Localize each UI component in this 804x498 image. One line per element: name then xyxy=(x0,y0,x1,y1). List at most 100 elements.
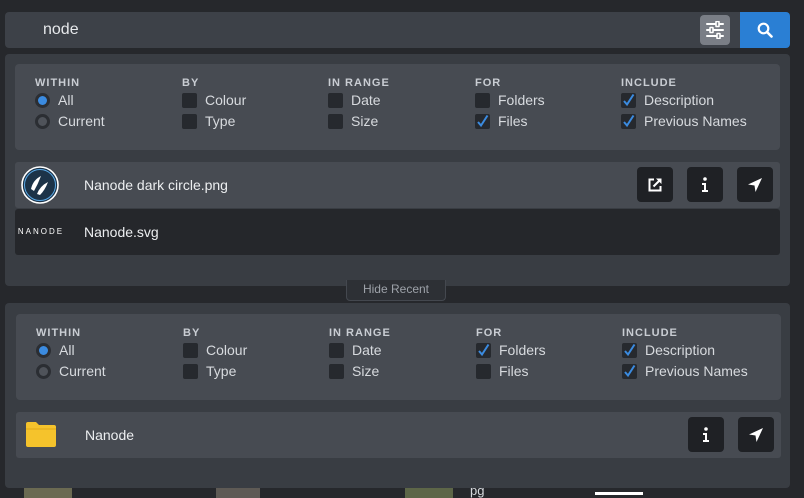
result-name: Nanode.svg xyxy=(84,224,159,240)
info-button[interactable] xyxy=(688,417,724,452)
for-files-option[interactable]: Files xyxy=(476,361,546,382)
in-range-group: IN RANGE Date Size xyxy=(328,76,390,132)
option-label: Type xyxy=(206,363,237,379)
checkmark-icon xyxy=(624,343,636,357)
within-group: WITHIN All Current xyxy=(35,76,105,132)
within-group: WITHIN All Current xyxy=(36,326,106,382)
locate-button[interactable] xyxy=(738,417,774,452)
checkbox-checked[interactable] xyxy=(475,114,490,129)
option-label: Description xyxy=(644,92,715,108)
checkbox[interactable] xyxy=(328,114,343,129)
range-size-option[interactable]: Size xyxy=(328,111,390,132)
checkbox-checked[interactable] xyxy=(621,93,636,108)
checkmark-icon xyxy=(623,114,635,128)
option-label: Previous Names xyxy=(644,113,747,129)
hide-recent-button[interactable]: Hide Recent xyxy=(346,280,446,301)
info-icon xyxy=(703,426,709,442)
for-folders-option[interactable]: Folders xyxy=(476,340,546,361)
for-group: FOR Folders Files xyxy=(475,76,545,132)
background-thumbnail xyxy=(405,488,453,498)
checkbox[interactable] xyxy=(328,93,343,108)
within-current-option[interactable]: Current xyxy=(36,361,106,382)
checkbox[interactable] xyxy=(182,93,197,108)
result-row[interactable]: Nanode dark circle.png xyxy=(15,162,780,208)
range-size-option[interactable]: Size xyxy=(329,361,391,382)
checkmark-icon xyxy=(623,93,635,107)
by-type-option[interactable]: Type xyxy=(182,111,246,132)
option-label: Type xyxy=(205,113,236,129)
background-indicator xyxy=(595,492,643,495)
open-external-button[interactable] xyxy=(637,167,673,202)
include-description-option[interactable]: Description xyxy=(622,340,748,361)
checkbox[interactable] xyxy=(183,343,198,358)
within-all-option[interactable]: All xyxy=(36,340,106,361)
radio-unselected[interactable] xyxy=(36,364,51,379)
for-files-option[interactable]: Files xyxy=(475,111,545,132)
search-bar xyxy=(5,12,742,48)
in-range-group: IN RANGE Date Size xyxy=(329,326,391,382)
checkbox[interactable] xyxy=(476,364,491,379)
include-description-option[interactable]: Description xyxy=(621,90,747,111)
include-previous-names-option[interactable]: Previous Names xyxy=(621,111,747,132)
radio-selected[interactable] xyxy=(35,93,50,108)
checkbox[interactable] xyxy=(183,364,198,379)
radio-unselected[interactable] xyxy=(35,114,50,129)
range-date-option[interactable]: Date xyxy=(328,90,390,111)
checkbox-checked[interactable] xyxy=(621,114,636,129)
folder-icon xyxy=(26,422,56,447)
checkbox-checked[interactable] xyxy=(622,343,637,358)
nanode-wordmark: NANODE xyxy=(17,227,65,236)
within-all-option[interactable]: All xyxy=(35,90,105,111)
option-label: Current xyxy=(58,113,105,129)
include-group: INCLUDE Description Previous Names xyxy=(621,76,747,132)
checkbox[interactable] xyxy=(182,114,197,129)
in-range-heading: IN RANGE xyxy=(329,327,391,339)
filter-options: WITHIN All Current BY Colour Type IN RAN… xyxy=(16,314,781,400)
sliders-icon xyxy=(706,21,724,39)
checkmark-icon xyxy=(478,343,490,357)
within-heading: WITHIN xyxy=(35,77,81,89)
result-row[interactable]: Nanode xyxy=(16,412,781,458)
result-name: Nanode dark circle.png xyxy=(84,177,228,193)
checkbox-checked[interactable] xyxy=(622,364,637,379)
location-arrow-icon xyxy=(748,177,762,192)
option-label: Description xyxy=(645,342,716,358)
external-link-icon xyxy=(648,178,662,191)
filter-toggle-button[interactable] xyxy=(700,15,730,45)
filter-options: WITHIN All Current BY Colour Type IN RAN… xyxy=(15,64,780,150)
in-range-heading: IN RANGE xyxy=(328,77,390,89)
for-folders-option[interactable]: Folders xyxy=(475,90,545,111)
info-button[interactable] xyxy=(687,167,723,202)
by-colour-option[interactable]: Colour xyxy=(183,340,247,361)
range-date-option[interactable]: Date xyxy=(329,340,391,361)
for-group: FOR Folders Files xyxy=(476,326,546,382)
option-label: Size xyxy=(352,363,380,379)
nanode-logo-icon xyxy=(21,166,59,204)
include-group: INCLUDE Description Previous Names xyxy=(622,326,748,382)
within-current-option[interactable]: Current xyxy=(35,111,105,132)
by-type-option[interactable]: Type xyxy=(183,361,247,382)
checkbox[interactable] xyxy=(329,364,344,379)
option-label: Date xyxy=(351,92,381,108)
option-label: Colour xyxy=(206,342,248,358)
include-previous-names-option[interactable]: Previous Names xyxy=(622,361,748,382)
within-heading: WITHIN xyxy=(36,327,82,339)
result-name: Nanode xyxy=(85,427,135,443)
checkbox[interactable] xyxy=(475,93,490,108)
for-heading: FOR xyxy=(476,327,503,339)
search-results-panel-folders: WITHIN All Current BY Colour Type IN RAN… xyxy=(5,303,790,488)
search-input[interactable] xyxy=(43,12,683,48)
checkbox-checked[interactable] xyxy=(476,343,491,358)
result-row[interactable]: NANODE Nanode.svg xyxy=(15,209,780,255)
by-colour-option[interactable]: Colour xyxy=(182,90,246,111)
include-heading: INCLUDE xyxy=(621,77,677,89)
checkbox[interactable] xyxy=(329,343,344,358)
radio-selected[interactable] xyxy=(36,343,51,358)
option-label: All xyxy=(58,92,74,108)
locate-button[interactable] xyxy=(737,167,773,202)
background-thumbnail xyxy=(216,488,260,498)
search-button[interactable] xyxy=(740,12,790,48)
option-label: Size xyxy=(351,113,379,129)
include-heading: INCLUDE xyxy=(622,327,678,339)
for-heading: FOR xyxy=(475,77,502,89)
